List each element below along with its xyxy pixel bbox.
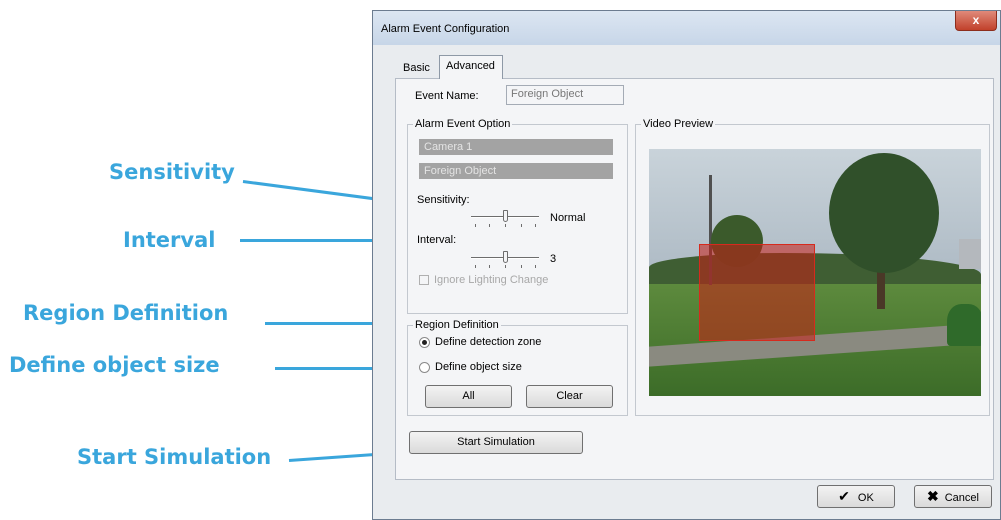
ignore-lighting-label: Ignore Lighting Change — [434, 274, 549, 286]
detection-zone[interactable] — [699, 244, 815, 341]
cancel-label: Cancel — [944, 492, 979, 504]
callout-interval: Interval — [123, 228, 216, 252]
callout-sensitivity: Sensitivity — [109, 160, 235, 184]
define-object-size-radio[interactable] — [419, 362, 430, 373]
sensitivity-slider-thumb[interactable] — [503, 210, 508, 222]
video-preview-legend: Video Preview — [641, 118, 716, 130]
clear-button[interactable]: Clear — [526, 385, 613, 408]
alarm-event-dialog: Alarm Event Configuration x Basic Advanc… — [372, 10, 1001, 520]
tab-basic[interactable]: Basic — [403, 62, 430, 74]
title-bar[interactable]: Alarm Event Configuration x — [373, 11, 1000, 45]
event-type-field[interactable]: Foreign Object — [419, 163, 613, 179]
tree-right — [829, 153, 939, 273]
close-button[interactable]: x — [955, 11, 997, 31]
define-detection-zone-label: Define detection zone — [435, 336, 542, 348]
cancel-button[interactable]: ✖ Cancel — [914, 485, 992, 508]
video-preview-image[interactable] — [649, 149, 981, 396]
ok-button[interactable]: ✔ OK — [817, 485, 895, 508]
ignore-lighting-checkbox[interactable] — [419, 275, 429, 285]
interval-label: Interval: — [417, 234, 457, 246]
close-icon: x — [972, 13, 980, 27]
x-mark-icon: ✖ — [927, 488, 939, 504]
callout-define-object-size: Define object size — [9, 353, 220, 377]
start-simulation-button[interactable]: Start Simulation — [409, 431, 583, 454]
tab-advanced[interactable]: Advanced — [439, 55, 503, 79]
ok-label: OK — [857, 492, 874, 504]
interval-slider-thumb[interactable] — [503, 251, 508, 263]
event-name-label: Event Name: — [415, 90, 479, 102]
all-button[interactable]: All — [425, 385, 512, 408]
sensitivity-value: Normal — [550, 212, 586, 224]
region-definition-legend: Region Definition — [413, 319, 501, 331]
window-title: Alarm Event Configuration — [381, 23, 510, 35]
interval-value: 3 — [550, 253, 557, 265]
sensitivity-slider[interactable] — [471, 208, 539, 230]
callout-start-simulation: Start Simulation — [77, 445, 272, 469]
callout-region-definition: Region Definition — [23, 301, 229, 325]
event-name-field[interactable]: Foreign Object — [506, 85, 624, 105]
interval-slider[interactable] — [471, 249, 539, 271]
checkmark-icon: ✔ — [838, 488, 850, 504]
alarm-event-option-legend: Alarm Event Option — [413, 118, 513, 130]
define-detection-zone-radio[interactable] — [419, 337, 430, 348]
define-object-size-label: Define object size — [435, 361, 522, 373]
sensitivity-label: Sensitivity: — [417, 194, 470, 206]
camera-field[interactable]: Camera 1 — [419, 139, 613, 155]
